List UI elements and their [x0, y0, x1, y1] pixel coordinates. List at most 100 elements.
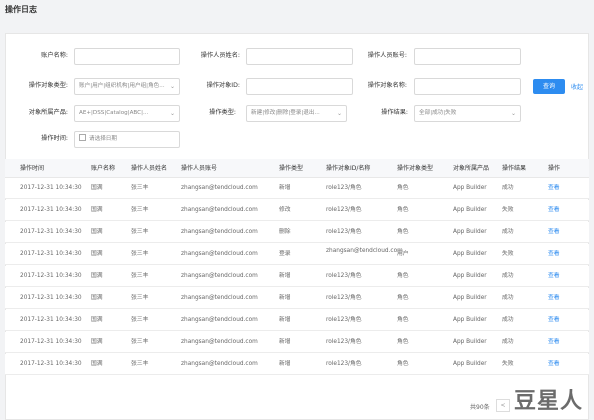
object-type-select[interactable]: 账户|用户|组织机构|用户组|角色... ⌄	[74, 78, 180, 95]
table-cell: 张三丰	[131, 185, 149, 191]
object-id-input[interactable]	[246, 78, 353, 95]
col-action-header: 操作	[548, 165, 561, 172]
table-cell: 删除	[279, 229, 291, 235]
object-id-label: 操作对象ID:	[206, 82, 240, 89]
view-link[interactable]: 查看	[548, 354, 560, 375]
table-cell: 2017-12-31 10:34:30	[20, 273, 82, 279]
table-cell: 2017-12-31 10:34:30	[20, 317, 82, 323]
view-link[interactable]: 查看	[548, 288, 560, 309]
table-cell: zhangsan@tendcloud.com	[181, 185, 258, 191]
table-cell: 新增	[279, 273, 291, 279]
col-product-header: 对象所属产品	[453, 165, 490, 172]
product-value: AE+|DSS|Catalog|ABC|...	[79, 110, 149, 116]
view-link[interactable]: 查看	[548, 332, 560, 353]
table-cell: 国满	[91, 251, 103, 257]
table-cell: App Builder	[453, 317, 487, 323]
op-result-value: 全部|成功|失败	[419, 110, 457, 116]
prev-page-button[interactable]: <	[496, 399, 510, 412]
table-cell: App Builder	[453, 295, 487, 301]
page-title: 操作日志	[5, 5, 37, 14]
table-cell: 2017-12-31 10:34:30	[20, 207, 82, 213]
table-cell: 张三丰	[131, 251, 149, 257]
table-row: 2017-12-31 10:34:30 国满 张三丰 zhangsan@tendclo…	[5, 288, 589, 309]
product-select[interactable]: AE+|DSS|Catalog|ABC|... ⌄	[74, 105, 180, 122]
view-link[interactable]: 查看	[548, 200, 560, 221]
table-row: 2017-12-31 10:34:30 国满 张三丰 zhangsan@tendclo…	[5, 244, 589, 265]
table-row: 2017-12-31 10:34:30 国满 张三丰 zhangsan@tendclo…	[5, 222, 589, 243]
table-cell: 国满	[91, 295, 103, 301]
table-cell: 角色	[397, 229, 409, 235]
table-cell: 新增	[279, 317, 291, 323]
table-cell: 失败	[502, 361, 514, 367]
product-label: 对象所属产品:	[28, 109, 68, 116]
table-cell: zhangsan@tendcloud.com	[181, 207, 258, 213]
pagination-total: 共90条	[470, 404, 490, 411]
table-cell: 角色	[397, 317, 409, 323]
table-cell: 2017-12-31 10:34:30	[20, 229, 82, 235]
operator-name-input[interactable]	[246, 48, 353, 65]
col-time-header: 操作时间	[20, 165, 45, 172]
table-cell: zhangsan@tendcloud.com	[181, 273, 258, 279]
table-cell: role123/角色	[326, 229, 362, 235]
table-cell: 角色	[397, 339, 409, 345]
table-cell: App Builder	[453, 251, 487, 257]
table-cell: zhangsan@tendcloud.com	[181, 229, 258, 235]
table-cell: 张三丰	[131, 207, 149, 213]
table-cell: 张三丰	[131, 295, 149, 301]
table-cell: 国满	[91, 361, 103, 367]
table-cell: 新增	[279, 361, 291, 367]
table-cell: role123/角色	[326, 273, 362, 279]
table-cell: 角色	[397, 185, 409, 191]
view-link[interactable]: 查看	[548, 266, 560, 287]
view-link[interactable]: 查看	[548, 222, 560, 243]
table-row: 2017-12-31 10:34:30 国满 张三丰 zhangsan@tendclo…	[5, 310, 589, 331]
op-type-select[interactable]: 新建|修改|删除|登录|退出... ⌄	[246, 105, 347, 122]
col-account-header: 账户名称	[91, 165, 116, 172]
table-cell: 张三丰	[131, 229, 149, 235]
table-cell: 2017-12-31 10:34:30	[20, 185, 82, 191]
collapse-link[interactable]: 收起	[571, 82, 583, 91]
table-cell: App Builder	[453, 185, 487, 191]
table-cell: 角色	[397, 207, 409, 213]
col-op-type-header: 操作类型	[279, 165, 304, 172]
operator-name-label: 操作人员姓名:	[200, 52, 240, 59]
op-time-label: 操作时间:	[41, 135, 68, 142]
table-cell: 失败	[502, 251, 514, 257]
table-cell: 国满	[91, 317, 103, 323]
table-cell: 张三丰	[131, 273, 149, 279]
object-type-label: 操作对象类型:	[28, 82, 68, 89]
search-button[interactable]: 查询	[533, 79, 565, 94]
table-row: 2017-12-31 10:34:30 国满 张三丰 zhangsan@tendclo…	[5, 200, 589, 221]
op-time-picker[interactable]: 请选择日期	[74, 131, 180, 148]
table-cell: 张三丰	[131, 361, 149, 367]
table-cell: 用户	[397, 251, 409, 257]
calendar-icon	[79, 134, 86, 141]
op-result-select[interactable]: 全部|成功|失败 ⌄	[414, 105, 521, 122]
table-cell: 国满	[91, 185, 103, 191]
table-cell: role123/角色	[326, 339, 362, 345]
view-link[interactable]: 查看	[548, 244, 560, 265]
operator-account-input[interactable]	[414, 48, 521, 65]
table-cell: 张三丰	[131, 317, 149, 323]
table-cell: 成功	[502, 273, 514, 279]
account-name-label: 账户名称:	[41, 52, 68, 59]
op-result-label: 操作结果:	[381, 109, 408, 116]
view-link[interactable]: 查看	[548, 310, 560, 331]
table-cell: zhangsan@tendcloud.com	[326, 248, 403, 254]
table-cell: role123/角色	[326, 361, 362, 367]
account-name-input[interactable]	[74, 48, 180, 65]
object-name-input[interactable]	[414, 78, 521, 95]
chevron-down-icon: ⌄	[169, 110, 175, 117]
table-cell: 角色	[397, 295, 409, 301]
page-header: 操作日志	[0, 0, 594, 20]
table-cell: zhangsan@tendcloud.com	[181, 339, 258, 345]
watermark-logo: 豆星人	[514, 389, 584, 414]
table-cell: role123/角色	[326, 207, 362, 213]
table-cell: 2017-12-31 10:34:30	[20, 339, 82, 345]
chevron-down-icon: ⌄	[510, 110, 516, 117]
table-cell: App Builder	[453, 229, 487, 235]
table-cell: zhangsan@tendcloud.com	[181, 361, 258, 367]
table-row: 2017-12-31 10:34:30 国满 张三丰 zhangsan@tendclo…	[5, 178, 589, 199]
chevron-down-icon: ⌄	[169, 83, 175, 90]
view-link[interactable]: 查看	[548, 178, 560, 199]
